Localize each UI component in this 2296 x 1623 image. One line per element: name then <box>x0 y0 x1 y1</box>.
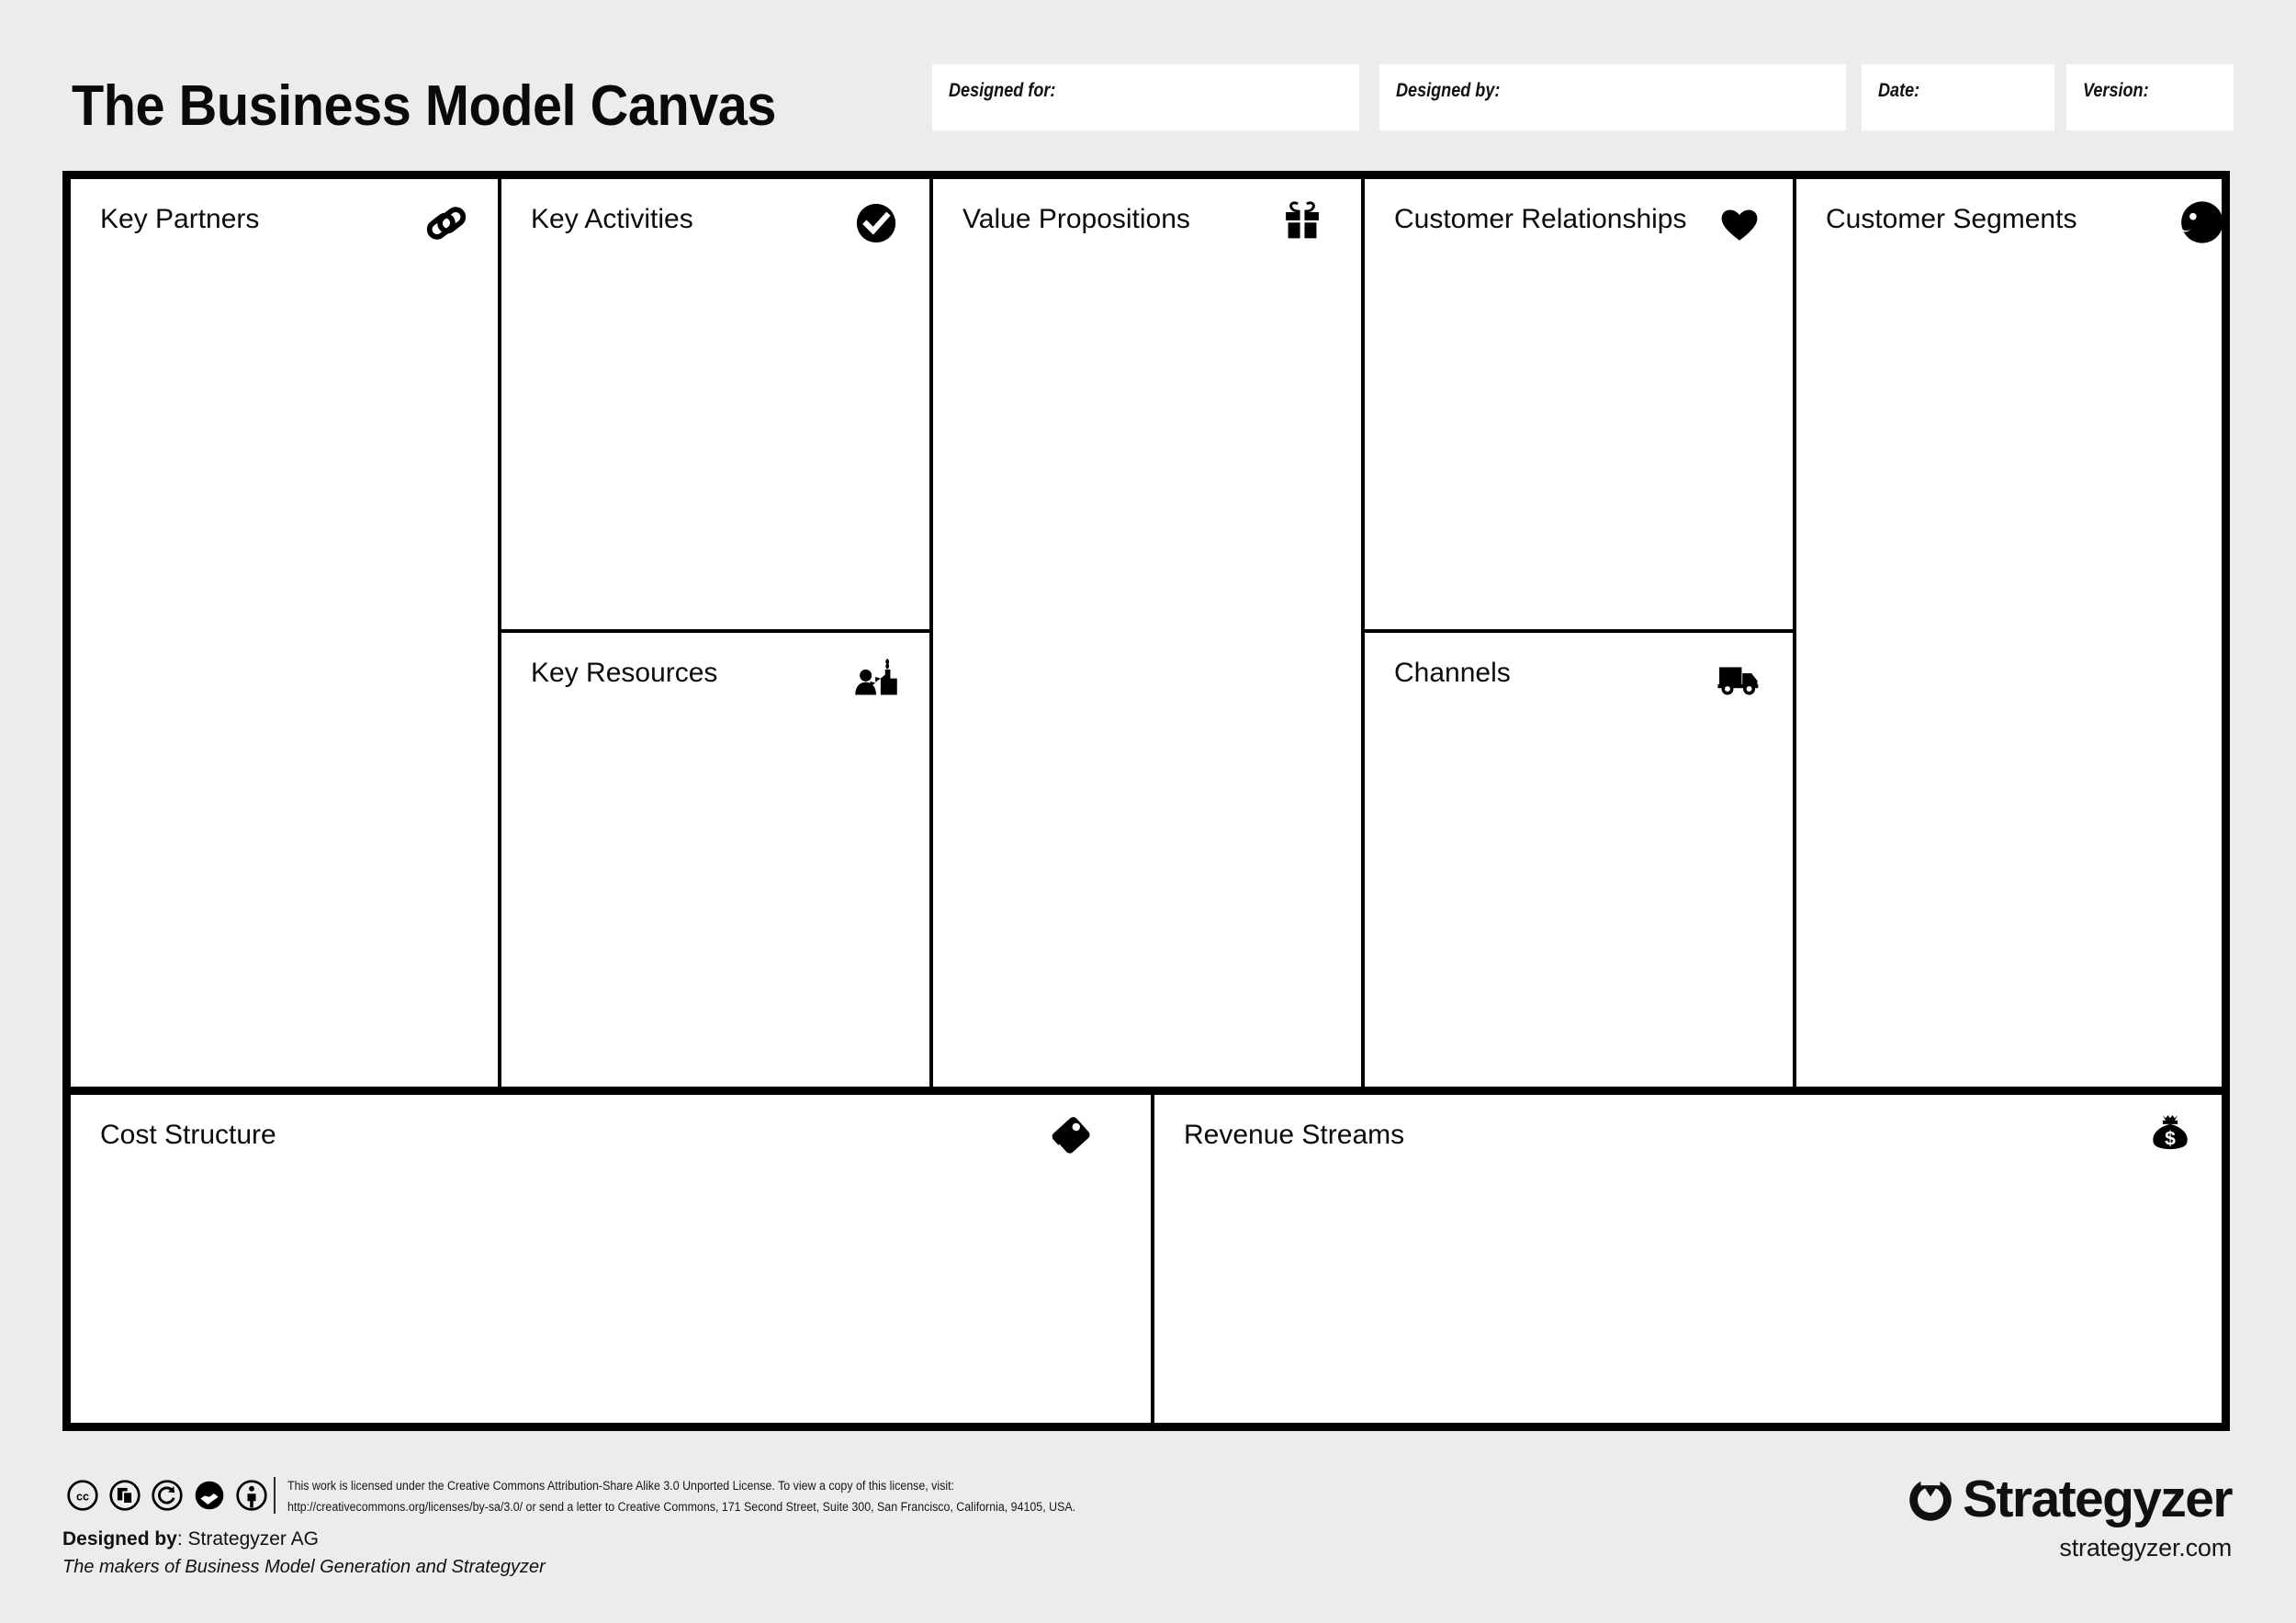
license-text: This work is licensed under the Creative… <box>287 1476 1075 1518</box>
designed-by-credit-label: Designed by <box>62 1528 177 1550</box>
license-line-1: This work is licensed under the Creative… <box>287 1479 954 1493</box>
divider-activities-value <box>929 179 933 1087</box>
designed-by-credit: Designed by: Strategyzer AG <box>62 1528 319 1550</box>
person-head-icon <box>2174 196 2227 249</box>
block-title-key-activities: Key Activities <box>531 204 693 234</box>
block-customer-segments[interactable]: Customer Segments <box>1796 179 2223 1087</box>
delivery-truck-icon <box>1716 653 1763 701</box>
divider-relationships-channels <box>1365 629 1793 633</box>
business-model-canvas: Key Partners Key Activities Key Resource… <box>62 171 2230 1431</box>
share-alike-icon <box>151 1479 184 1512</box>
price-tag-icon <box>1050 1111 1097 1159</box>
strategyzer-url[interactable]: strategyzer.com <box>1905 1534 2232 1562</box>
chain-link-icon <box>422 199 470 247</box>
strategyzer-wordmark: Strategyzer <box>1963 1470 2233 1528</box>
block-title-key-partners: Key Partners <box>100 204 260 234</box>
divider-cost-revenue <box>1151 1095 1154 1423</box>
strategyzer-brand[interactable]: Strategyzer strategyzer.com <box>1905 1470 2234 1562</box>
block-customer-relationships[interactable]: Customer Relationships <box>1365 179 1793 629</box>
svg-text:cc: cc <box>76 1490 89 1503</box>
canvas-footer: cc This work is licensed under the Creat… <box>0 1442 2296 1623</box>
divider-activities-resources <box>501 629 929 633</box>
remix-icon <box>108 1479 141 1512</box>
block-title-channels: Channels <box>1394 658 1511 688</box>
block-title-value-propositions: Value Propositions <box>962 204 1190 234</box>
canvas-header: The Business Model Canvas Designed for: … <box>0 0 2296 165</box>
heart-icon <box>1716 199 1763 247</box>
divider-key-partners-activities <box>498 179 501 1087</box>
block-revenue-streams[interactable]: Revenue Streams $ <box>1154 1095 2222 1423</box>
block-key-partners[interactable]: Key Partners <box>71 179 498 1087</box>
designed-by-field[interactable]: Designed by: <box>1379 64 1846 130</box>
license-line-2[interactable]: http://creativecommons.org/licenses/by-s… <box>287 1497 1075 1518</box>
date-label: Date: <box>1878 80 1920 101</box>
block-title-customer-segments: Customer Segments <box>1826 204 2077 234</box>
tagline: The makers of Business Model Generation … <box>62 1557 546 1577</box>
divider-top-bottom-row <box>71 1087 2222 1095</box>
block-title-revenue-streams: Revenue Streams <box>1184 1120 1405 1150</box>
attribution-icon <box>235 1479 268 1512</box>
divider-relationships-segments <box>1793 179 1796 1087</box>
version-label: Version: <box>2083 80 2149 101</box>
canvas-grid: Key Partners Key Activities Key Resource… <box>71 179 2223 1423</box>
block-channels[interactable]: Channels <box>1365 633 1793 1087</box>
creative-commons-badges: cc <box>66 1479 268 1512</box>
block-value-propositions[interactable]: Value Propositions <box>933 179 1361 1087</box>
license-divider <box>274 1477 276 1514</box>
block-key-resources[interactable]: Key Resources <box>501 633 929 1087</box>
check-circle-icon <box>852 199 900 247</box>
cc-icon: cc <box>66 1479 99 1512</box>
designed-by-credit-value: : Strategyzer AG <box>176 1528 319 1550</box>
designed-for-field[interactable]: Designed for: <box>932 64 1359 130</box>
designed-for-label: Designed for: <box>949 80 1056 101</box>
factory-worker-icon <box>852 653 900 701</box>
gift-icon <box>1278 192 1326 240</box>
block-title-customer-relationships: Customer Relationships <box>1394 204 1687 234</box>
date-field[interactable]: Date: <box>1862 64 2054 130</box>
block-title-key-resources: Key Resources <box>531 658 718 688</box>
adapt-icon <box>193 1479 226 1512</box>
designed-by-label: Designed by: <box>1396 80 1501 101</box>
block-cost-structure[interactable]: Cost Structure <box>71 1095 1151 1423</box>
divider-value-relationships <box>1361 179 1365 1087</box>
block-title-cost-structure: Cost Structure <box>100 1120 276 1150</box>
page-title: The Business Model Canvas <box>72 74 777 138</box>
money-bag-icon: $ <box>2146 1108 2194 1155</box>
strategyzer-logo-icon <box>1905 1474 1956 1526</box>
svg-text:$: $ <box>2165 1129 2176 1150</box>
version-field[interactable]: Version: <box>2066 64 2234 130</box>
block-key-activities[interactable]: Key Activities <box>501 179 929 629</box>
